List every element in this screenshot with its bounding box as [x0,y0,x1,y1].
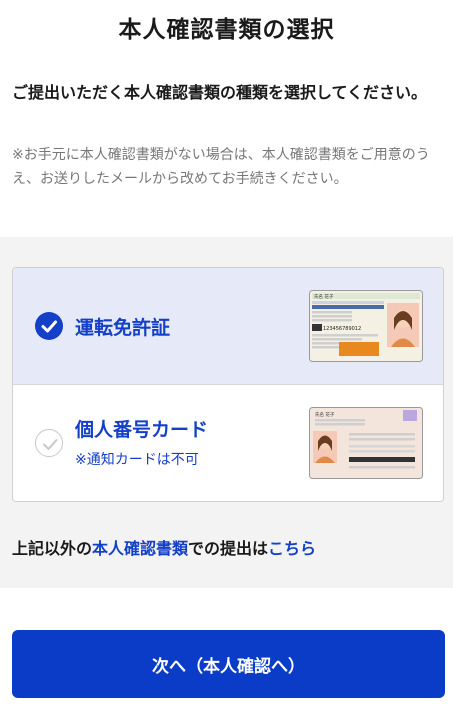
svg-text:氏名 花子: 氏名 花子 [315,411,335,418]
other-highlight: 本人確認書類 [92,539,189,558]
my-number-card-image: 氏名 花子 [309,407,423,479]
option-my-number-card[interactable]: 個人番号カード ※通知カードは不可 氏名 花子 [13,385,443,501]
option-drivers-license[interactable]: 運転免許証 氏名 花子 123456789012 [13,268,443,385]
other-middle: での提出は [188,539,269,558]
checkmark-unselected-icon [35,429,63,457]
page-title: 本人確認書類の選択 [118,17,335,43]
instruction-text: ご提出いただく本人確認書類の種類を選択してください。 [12,83,428,102]
document-options: 運転免許証 氏名 花子 123456789012 個人番号カード ※通知カードは… [12,267,444,502]
svg-text:氏名 花子: 氏名 花子 [314,293,334,300]
checkmark-selected-icon [35,312,63,340]
option-sublabel: ※通知カードは不可 [75,452,199,468]
option-label: 運転免許証 [75,317,171,339]
other-documents-line: 上記以外の本人確認書類での提出はこちら [12,535,316,559]
next-button[interactable]: 次へ（本人確認へ） [12,630,445,698]
other-prefix: 上記以外の [12,539,93,558]
option-label: 個人番号カード [75,419,209,441]
note-text: ※お手元に本人確認書類がない場合は、本人確認書類をご用意のうえ、お送りしたメール… [12,147,430,187]
drivers-license-image: 氏名 花子 123456789012 [309,290,423,362]
svg-text:123456789012: 123456789012 [323,326,361,332]
other-documents-link[interactable]: こちら [268,539,316,558]
